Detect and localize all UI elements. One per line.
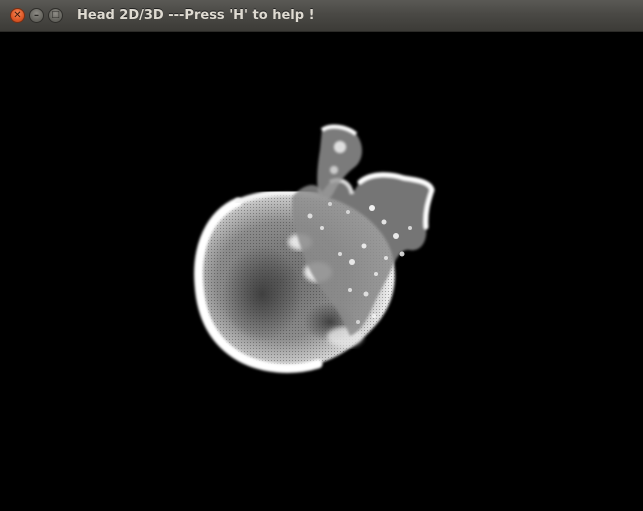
window-title: Head 2D/3D ---Press 'H' to help ! bbox=[77, 8, 315, 23]
minimize-icon: – bbox=[34, 9, 39, 21]
render-viewport[interactable] bbox=[0, 32, 643, 511]
window-controls: ✕ – □ bbox=[10, 8, 63, 23]
application-window: ✕ – □ Head 2D/3D ---Press 'H' to help ! bbox=[0, 0, 643, 511]
maximize-button[interactable]: □ bbox=[48, 8, 63, 23]
close-button[interactable]: ✕ bbox=[10, 8, 25, 23]
title-bar[interactable]: ✕ – □ Head 2D/3D ---Press 'H' to help ! bbox=[0, 0, 643, 32]
close-icon: ✕ bbox=[13, 9, 22, 21]
minimize-button[interactable]: – bbox=[29, 8, 44, 23]
maximize-icon: □ bbox=[51, 10, 60, 20]
volume-render bbox=[194, 124, 435, 373]
